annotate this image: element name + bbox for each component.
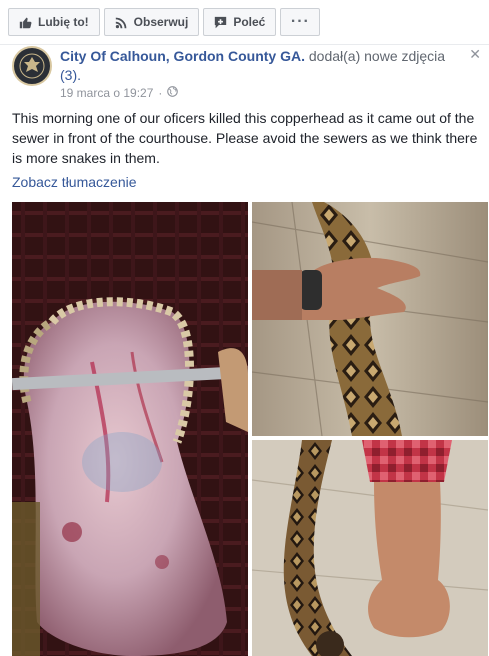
meta-separator: ·: [158, 86, 163, 100]
recommend-label: Poleć: [233, 15, 266, 29]
avatar[interactable]: [12, 46, 52, 86]
speech-bubble-icon: [214, 16, 227, 29]
post-timestamp[interactable]: 19 marca o 19:27: [60, 86, 153, 100]
like-page-button[interactable]: Lubię to!: [8, 8, 100, 36]
more-options-button[interactable]: ···: [280, 8, 321, 36]
globe-icon[interactable]: [167, 86, 179, 100]
thumbs-up-icon: [19, 16, 32, 29]
post-photo-2[interactable]: [252, 202, 488, 436]
city-seal-icon: [15, 49, 49, 83]
follow-label: Obserwuj: [133, 15, 189, 29]
post-header: City Of Calhoun, Gordon County GA. dodał…: [60, 47, 465, 85]
close-icon[interactable]: ✕: [469, 46, 481, 63]
post-photo-3[interactable]: [252, 440, 488, 656]
ellipsis-icon: ···: [290, 13, 310, 30]
added-photos-text: dodał(a) nowe zdjęcia: [308, 48, 446, 64]
divider: [0, 44, 489, 45]
rss-icon: [115, 16, 128, 29]
see-translation-link[interactable]: Zobacz tłumaczenie: [12, 174, 137, 190]
page-action-bar: Lubię to! Obserwuj Poleć ···: [8, 8, 324, 36]
post-body: This morning one of our oficers killed t…: [12, 110, 478, 166]
snake-head-image: [12, 202, 248, 656]
post-photo-1[interactable]: [12, 202, 248, 656]
recommend-button[interactable]: Poleć: [203, 8, 277, 36]
follow-button[interactable]: Obserwuj: [103, 8, 200, 36]
like-page-label: Lubię to!: [38, 15, 89, 29]
arm-holding-snake-image: [252, 440, 488, 656]
author-link[interactable]: City Of Calhoun, Gordon County GA.: [60, 48, 305, 64]
hand-on-snake-image: [252, 202, 488, 436]
photo-count-link[interactable]: (3).: [60, 67, 81, 83]
post-meta: 19 marca o 19:27 ·: [60, 86, 179, 100]
